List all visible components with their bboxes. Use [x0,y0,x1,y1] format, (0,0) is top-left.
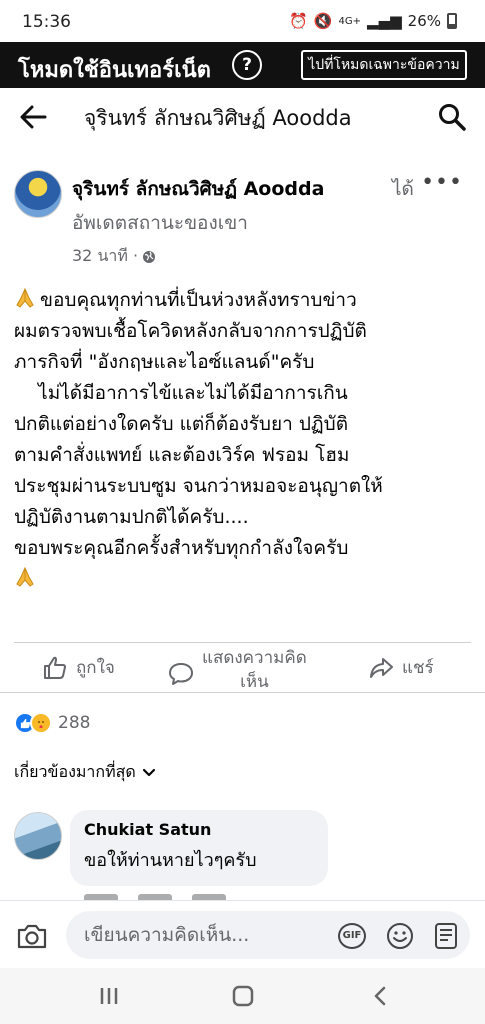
like-label: ถูกใจ [76,658,115,678]
gif-icon[interactable]: GIF [338,923,366,949]
comment-label-line: เห็น [240,672,269,692]
post-author-name[interactable]: จุรินทร์ ลักษณวิศิษฏ์ Aoodda [72,174,324,204]
comment-composer: GIF [0,900,485,968]
signal-icon: ▂▄▆ [367,12,402,30]
search-icon[interactable] [437,102,467,132]
post-line: ผมตรวจพบเชื้อโควิดหลังกลับจากการปฏิบัติ [14,320,367,342]
switch-to-text-mode-button[interactable]: ไปที่โหมดเฉพาะข้อความ [301,50,467,80]
reactions-summary[interactable]: 288 [14,708,90,738]
comment-text: ขอให้ท่านหายไวๆครับ [84,850,257,871]
commenter-avatar[interactable] [14,812,62,860]
post-line: ขอบคุณทุกท่านที่เป็นห่วงหลังทราบข่าว [14,285,474,316]
network-label: 4G+ [338,15,362,27]
thumbs-up-icon [44,656,66,679]
post-text: ขอบคุณทุกท่านที่เป็นห่วงหลังทราบข่าว [40,289,357,311]
battery-icon [447,13,457,29]
post-line [14,564,474,595]
comment-bubble[interactable]: Chukiat Satun ขอให้ท่านหายไวๆครับ [70,810,328,886]
post-line: ไม่ได้มีอาการไข้และไม่ได้มีอาการเกิน [14,382,348,404]
recent-apps-icon[interactable] [98,986,120,1006]
back-arrow-icon[interactable] [18,102,48,132]
post-line: ตามคำสั่งแพทย์ และต้องเวิร์ค ฟรอม โฮม [14,444,350,466]
alarm-icon: ⏰ [289,12,308,30]
reaction-count: 288 [58,713,91,733]
care-reaction-icon [30,712,52,734]
share-icon [370,657,393,678]
status-icons: ⏰ 🔇 4G+ ▂▄▆ 26% [289,12,457,30]
free-mode-bar: โหมดใช้อินเทอร์เน็ต ? ไปที่โหมดเฉพาะข้อค… [0,42,485,88]
comment-icon [169,663,193,685]
mute-icon: 🔇 [313,12,333,30]
comment-button[interactable]: แสดงความคิด เห็น [168,648,307,694]
system-back-icon[interactable] [370,985,390,1007]
comment-sort-dropdown[interactable]: เกี่ยวข้องมากที่สุด [14,760,156,785]
status-bar: 15:36 ⏰ 🔇 4G+ ▂▄▆ 26% [0,0,485,42]
system-nav-bar [0,968,485,1024]
post-header: จุรินทร์ ลักษณวิศิษฏ์ Aoodda ได้ อัพเดตส… [0,160,485,270]
page-title: จุรินทร์ ลักษณวิศิษฏ์ Aoodda [84,106,352,130]
post-line: ปกติแต่อย่างใดครับ แต่ก็ต้องรับยา ปฏิบัต… [14,413,349,435]
post-body: ขอบคุณทุกท่านที่เป็นห่วงหลังทราบข่าว ผมต… [14,285,474,595]
author-avatar[interactable] [14,170,62,218]
chevron-down-icon [142,768,155,776]
divider [14,642,471,643]
free-mode-title: โหมดใช้อินเทอร์เน็ต [18,58,211,83]
home-icon[interactable] [232,985,254,1007]
comment-label: แสดงความคิด เห็น [202,646,307,694]
post-line: ขอบพระคุณอีกครั้งสำหรับทุกกำลังใจครับ [14,537,349,559]
help-icon[interactable]: ? [232,50,262,80]
emoji-icon[interactable] [386,922,414,950]
share-label: แชร์ [402,658,434,678]
share-button[interactable]: แชร์ [368,654,434,681]
camera-icon[interactable] [16,921,48,951]
praying-hands-icon [16,566,34,587]
comment-label-line: แสดงความคิด [202,648,307,668]
like-button[interactable]: ถูกใจ [42,654,115,681]
post-timestamp[interactable]: 32 นาที · [72,244,156,269]
post-line: ประชุมผ่านระบบซูม จนกว่าหมอจะอนุญาตให้ [14,475,383,497]
post-line: ปฏิบัติงานตามปกติได้ครับ.... [14,506,249,528]
globe-icon [143,250,156,263]
commenter-name[interactable]: Chukiat Satun [84,820,314,839]
post-time-label: 32 นาที · [72,246,139,265]
sticker-icon[interactable] [432,921,460,951]
praying-hands-icon [16,287,34,308]
status-time: 15:36 [22,12,71,32]
battery-label: 26% [407,12,441,30]
post-action-text: ได้ [392,178,414,200]
post-action-text-2: อัพเดตสถานะของเขา [72,212,248,234]
divider [0,692,485,693]
more-options-icon[interactable]: ••• [421,170,463,195]
post-line: ภารกิจที่ "อังกฤษและไอซ์แลนด์"ครับ [14,351,315,373]
comment-sort-label: เกี่ยวข้องมากที่สุด [14,762,136,781]
page-header: จุรินทร์ ลักษณวิศิษฏ์ Aoodda [0,88,485,146]
